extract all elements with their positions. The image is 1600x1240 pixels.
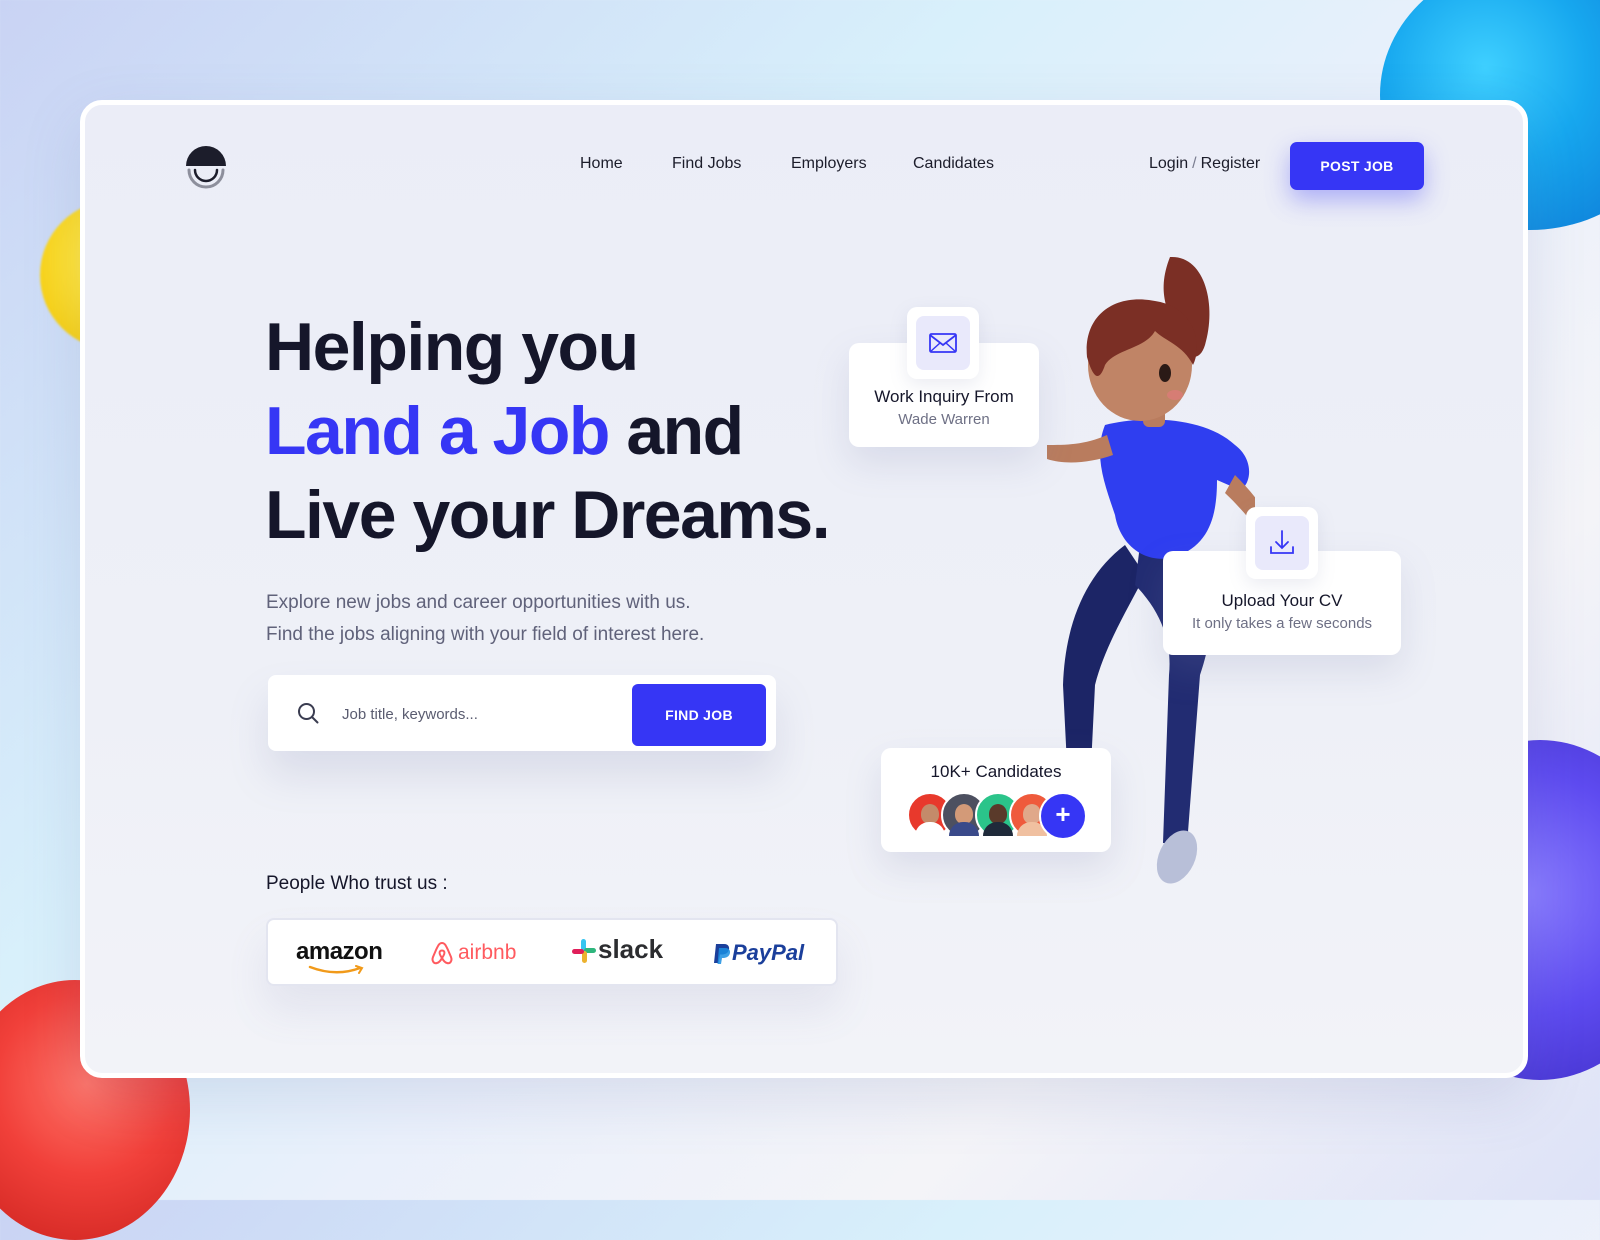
nav-find-jobs[interactable]: Find Jobs (672, 155, 741, 173)
hero-line-1: Helping you (265, 309, 639, 385)
slack-icon (572, 939, 596, 964)
candidates-card[interactable]: 10K+ Candidates + (881, 748, 1111, 852)
auth-separator: / (1192, 155, 1197, 172)
hero-line-2-rest: and (608, 393, 744, 469)
trusted-brands: amazon airbnb slack PayPal (266, 918, 838, 986)
paypal-logo: PayPal (712, 940, 804, 966)
landing-page-card: Home Find Jobs Employers Candidates Logi… (80, 100, 1528, 1078)
paypal-icon (714, 944, 731, 965)
hero-subtitle-line-2: Find the jobs aligning with your field o… (266, 624, 705, 645)
hero-heading: Helping you Land a Job and Live your Dre… (265, 305, 831, 557)
mail-icon (929, 333, 957, 353)
logo-icon[interactable] (185, 145, 227, 189)
airbnb-icon (431, 941, 453, 965)
hero-accent-text: Land a Job (265, 393, 610, 469)
job-search-bar: FIND JOB (268, 675, 776, 751)
login-link[interactable]: Login (1149, 155, 1188, 172)
slack-logo: slack (570, 934, 663, 965)
amazon-logo: amazon (296, 938, 383, 974)
upload-cv-title: Upload Your CV (1221, 591, 1343, 610)
hero-subtitle: Explore new jobs and career opportunitie… (266, 587, 704, 651)
trust-label: People Who trust us : (266, 873, 448, 894)
nav-home[interactable]: Home (580, 155, 623, 173)
post-job-button[interactable]: POST JOB (1290, 142, 1424, 190)
plus-icon[interactable]: + (1039, 792, 1087, 840)
job-search-input[interactable] (340, 699, 604, 729)
download-icon-tile (1246, 507, 1318, 579)
mail-icon-tile (907, 307, 979, 379)
nav-candidates[interactable]: Candidates (913, 155, 994, 173)
work-inquiry-title: Work Inquiry From (874, 387, 1014, 406)
amazon-smile-icon (308, 965, 364, 974)
candidates-count: 10K+ Candidates (930, 762, 1062, 781)
auth-links: Login / Register (1149, 155, 1260, 173)
find-job-button[interactable]: FIND JOB (632, 684, 766, 746)
paypal-logo-text: PayPal (732, 940, 805, 965)
work-inquiry-card[interactable]: Work Inquiry From Wade Warren (849, 307, 1039, 447)
search-icon (298, 703, 319, 724)
hero-line-3: Live your Dreams. (265, 477, 831, 553)
airbnb-logo: airbnb (430, 940, 516, 966)
slack-logo-text: slack (598, 934, 664, 964)
amazon-logo-text: amazon (296, 938, 383, 965)
register-link[interactable]: Register (1201, 155, 1261, 172)
work-inquiry-sender: Wade Warren (898, 411, 990, 428)
upload-cv-card[interactable]: Upload Your CV It only takes a few secon… (1163, 507, 1401, 655)
hero-subtitle-line-1: Explore new jobs and career opportunitie… (266, 592, 691, 613)
nav-employers[interactable]: Employers (791, 155, 867, 173)
candidate-avatars: + (907, 792, 1097, 840)
upload-cv-subtitle: It only takes a few seconds (1191, 615, 1373, 632)
download-icon (1270, 530, 1294, 554)
airbnb-logo-text: airbnb (458, 940, 517, 964)
